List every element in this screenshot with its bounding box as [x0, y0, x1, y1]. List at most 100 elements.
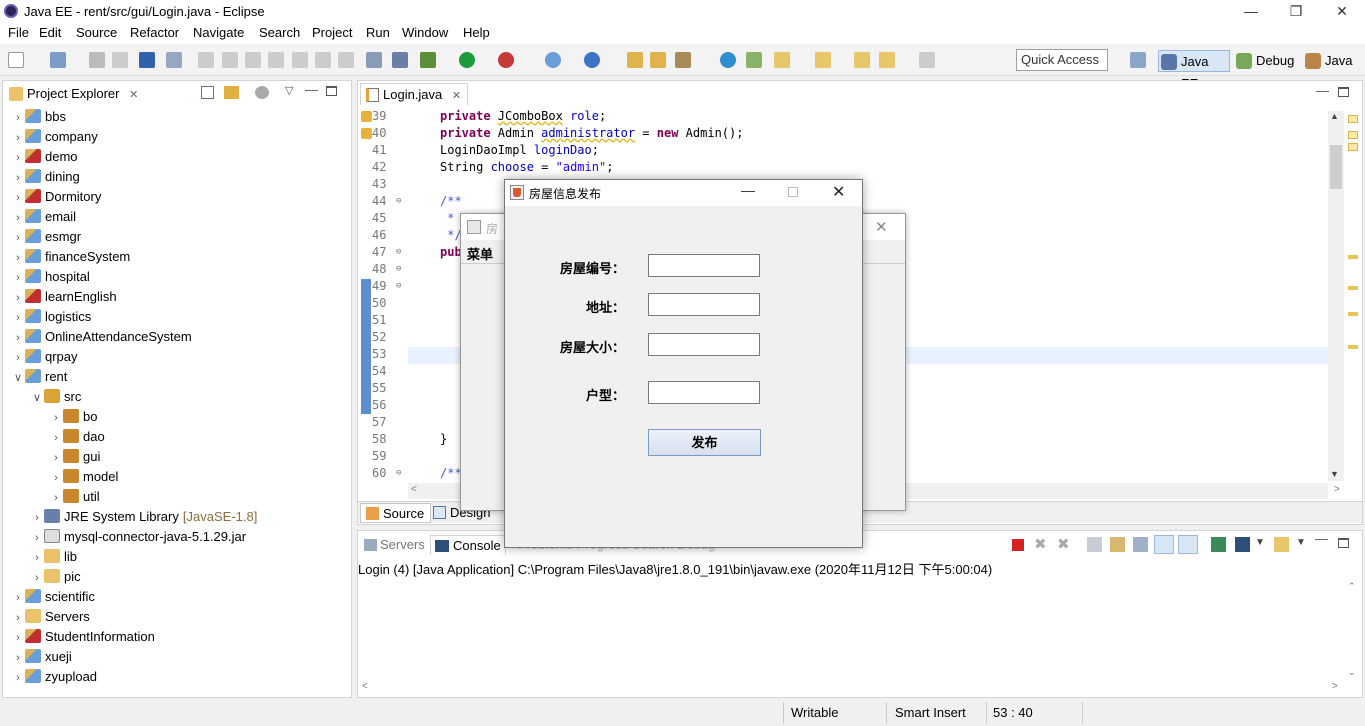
minimize-icon[interactable]: — [741, 182, 755, 198]
menu-search[interactable]: Search [259, 25, 300, 40]
step-over-icon[interactable] [315, 52, 331, 68]
new-server-icon[interactable] [545, 52, 561, 68]
minimize-console-icon[interactable]: — [1315, 531, 1328, 546]
tree-item[interactable]: › pic [30, 567, 81, 587]
perspective-java[interactable]: Java [1303, 50, 1352, 72]
tree-item[interactable]: › company [11, 127, 98, 147]
external-tools-icon[interactable] [498, 52, 514, 68]
display-console-icon[interactable] [1235, 537, 1250, 552]
maximize-editor-icon[interactable] [1338, 87, 1349, 97]
tree-item[interactable]: › hospital [11, 267, 90, 287]
scroll-lock-icon[interactable] [1110, 537, 1125, 552]
house-size-input[interactable] [648, 333, 760, 356]
fold-icon[interactable]: ⊖ [396, 281, 401, 291]
tree-item[interactable]: › learnEnglish [11, 287, 117, 307]
minimize-view-icon[interactable]: — [305, 82, 318, 97]
save-all-icon[interactable] [112, 52, 128, 68]
tree-item[interactable]: › qrpay [11, 347, 78, 367]
remove-launch-icon[interactable]: ✖ [1034, 535, 1047, 553]
tree-item[interactable]: › Servers [11, 607, 90, 627]
menu-edit[interactable]: Edit [39, 25, 61, 40]
skip-breakpoints-icon[interactable] [166, 52, 182, 68]
dropdown-icon[interactable]: ▼ [1296, 537, 1306, 548]
scroll-up-icon[interactable]: ⌃ [1348, 581, 1356, 592]
menu-project[interactable]: Project [312, 25, 352, 40]
tree-item[interactable]: › mysql-connector-java-5.1.29.jar [30, 527, 246, 547]
next-annotation-icon[interactable] [774, 52, 790, 68]
dropdown-icon[interactable]: ▼ [1255, 537, 1265, 548]
editor-vertical-scrollbar[interactable]: ▲ ▼ [1328, 111, 1344, 481]
tree-item[interactable]: › util [49, 487, 100, 507]
chevron-right-icon[interactable]: › [11, 648, 25, 668]
chevron-right-icon[interactable]: › [11, 248, 25, 268]
terminal-icon[interactable] [139, 52, 155, 68]
editor-tab-login-java[interactable]: Login.java ✕ [360, 83, 469, 105]
restore-icon[interactable]: ❐ [1273, 0, 1319, 22]
collapse-all-icon[interactable] [201, 86, 214, 99]
scroll-right-icon[interactable]: > [1332, 681, 1338, 692]
remove-all-launches-icon[interactable]: ✖ [1057, 535, 1070, 553]
save-icon[interactable] [89, 52, 105, 68]
chevron-right-icon[interactable]: › [49, 488, 63, 508]
close-editor-tab-icon[interactable]: ✕ [452, 90, 461, 102]
tree-item[interactable]: › scientific [11, 587, 95, 607]
chevron-right-icon[interactable]: › [11, 328, 25, 348]
terminate-console-icon[interactable] [1012, 539, 1024, 551]
maximize-console-icon[interactable] [1338, 538, 1349, 548]
project-explorer-tab[interactable]: Project Explorer ✕ [7, 84, 138, 104]
insert-mode-status[interactable]: Smart Insert [895, 705, 966, 720]
run-icon[interactable] [459, 52, 475, 68]
overview-warning-marker[interactable] [1348, 345, 1358, 349]
chevron-right-icon[interactable]: › [11, 188, 25, 208]
tree-item[interactable]: › financeSystem [11, 247, 130, 267]
maximize-view-icon[interactable] [326, 86, 337, 96]
open-console-icon[interactable] [1274, 537, 1289, 552]
overview-warning-marker[interactable] [1348, 131, 1358, 139]
suspend-icon[interactable] [222, 52, 238, 68]
show-stdout-icon[interactable] [1154, 535, 1174, 554]
chevron-right-icon[interactable]: › [11, 168, 25, 188]
scroll-down-icon[interactable]: ⌄ [1348, 667, 1356, 678]
new-java-class-icon[interactable] [584, 52, 600, 68]
tree-item[interactable]: ∨ src [30, 387, 81, 407]
publish-button[interactable]: 发布 [648, 429, 761, 456]
chevron-right-icon[interactable]: › [11, 288, 25, 308]
tree-item[interactable]: › dao [49, 427, 105, 447]
scroll-down-icon[interactable]: ▼ [1330, 469, 1339, 479]
chevron-right-icon[interactable]: › [49, 448, 63, 468]
address-input[interactable] [648, 293, 760, 316]
chevron-right-icon[interactable]: › [11, 268, 25, 288]
chevron-right-icon[interactable]: › [30, 548, 44, 568]
chevron-right-icon[interactable]: › [49, 468, 63, 488]
new-class-icon[interactable] [50, 52, 66, 68]
step-into-icon[interactable] [292, 52, 308, 68]
menu-navigate[interactable]: Navigate [193, 25, 244, 40]
console-tab[interactable]: Console [430, 535, 506, 555]
tree-item[interactable]: › bo [49, 407, 97, 427]
chevron-right-icon[interactable]: › [11, 228, 25, 248]
tree-item[interactable]: › bbs [11, 107, 66, 127]
close-icon[interactable]: ✕ [832, 182, 845, 202]
forward-icon[interactable] [919, 52, 935, 68]
overview-warning-marker[interactable] [1348, 255, 1358, 259]
quick-access-input[interactable]: Quick Access [1016, 49, 1108, 71]
perspective-java-ee[interactable]: Java EE [1158, 50, 1230, 91]
overview-warning-marker[interactable] [1348, 286, 1358, 290]
console-vertical-scrollbar[interactable]: ⌃ ⌄ [1344, 581, 1362, 681]
fold-icon[interactable]: ⊖ [396, 196, 401, 206]
terminate-icon[interactable] [245, 52, 261, 68]
close-tab-icon[interactable]: ✕ [129, 89, 138, 101]
scroll-up-icon[interactable]: ▲ [1330, 111, 1339, 121]
servers-tab[interactable]: Servers [362, 535, 425, 555]
toggle-mark-icon[interactable] [746, 52, 762, 68]
scroll-left-icon[interactable]: < [362, 681, 368, 692]
tree-item[interactable]: › zyupload [11, 667, 97, 687]
chevron-down-icon[interactable]: ∨ [11, 368, 25, 388]
open-browser-icon[interactable] [720, 52, 736, 68]
open-resource-icon[interactable] [650, 52, 666, 68]
back-icon[interactable] [879, 52, 895, 68]
pin-console-icon[interactable] [1211, 537, 1226, 552]
menu-caidan[interactable]: 菜单 [467, 244, 493, 263]
show-stderr-icon[interactable] [1178, 535, 1198, 554]
chevron-right-icon[interactable]: › [11, 308, 25, 328]
